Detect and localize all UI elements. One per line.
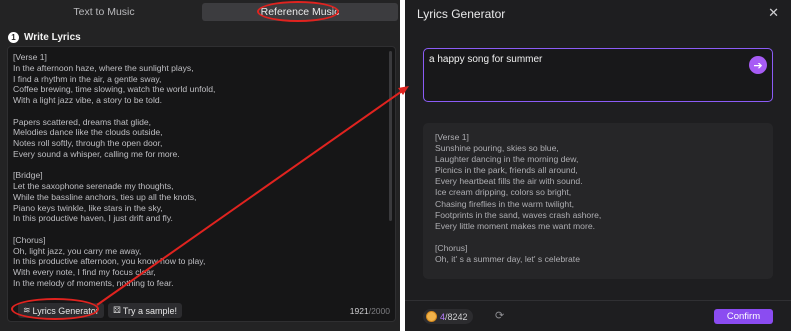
write-lyrics-heading: 1 Write Lyrics — [8, 32, 81, 43]
character-max: /2000 — [368, 306, 390, 316]
step-number-badge: 1 — [8, 32, 19, 43]
lyrics-generator-dialog: Lyrics Generator ✕ a happy song for summ… — [405, 0, 791, 331]
credits-total: /8242 — [445, 311, 468, 322]
generate-arrow-button[interactable]: ➔ — [749, 56, 767, 74]
character-counter: 1921/2000 — [350, 306, 390, 316]
credits-badge: 4/8242 — [423, 309, 473, 324]
generated-lyrics-text: [Verse 1] Sunshine pouring, skies so blu… — [435, 132, 602, 265]
dice-icon: ⚄ — [113, 305, 121, 315]
try-sample-label: Try a sample! — [122, 305, 178, 316]
dialog-title: Lyrics Generator — [417, 7, 506, 21]
generated-lyrics-box: [Verse 1] Sunshine pouring, skies so blu… — [423, 123, 773, 279]
annotation-ellipse-lyrics-generator — [11, 298, 99, 320]
annotation-ellipse-reference-music — [257, 1, 339, 22]
lyrics-textarea[interactable]: [Verse 1] In the afternoon haze, where t… — [7, 46, 396, 322]
arrow-right-icon: ➔ — [753, 59, 763, 72]
footer-divider — [405, 300, 791, 301]
try-sample-button[interactable]: ⚄ Try a sample! — [108, 303, 183, 318]
lyrics-text[interactable]: [Verse 1] In the afternoon haze, where t… — [13, 52, 383, 296]
lyrics-editor-panel: Text to Music Reference Music 1 Write Ly… — [0, 0, 400, 331]
refresh-icon[interactable]: ⟳ — [495, 309, 504, 322]
coin-icon — [426, 311, 437, 322]
tab-text-to-music[interactable]: Text to Music — [6, 3, 202, 21]
prompt-value[interactable]: a happy song for summer — [429, 54, 542, 65]
close-icon[interactable]: ✕ — [768, 5, 779, 21]
character-count: 1921 — [349, 306, 369, 316]
prompt-input[interactable]: a happy song for summer ➔ — [423, 48, 773, 102]
lyrics-scrollbar[interactable] — [389, 51, 392, 221]
confirm-button[interactable]: Confirm — [714, 309, 773, 324]
mode-tabs: Text to Music Reference Music — [6, 3, 398, 21]
write-lyrics-label: Write Lyrics — [24, 32, 81, 43]
